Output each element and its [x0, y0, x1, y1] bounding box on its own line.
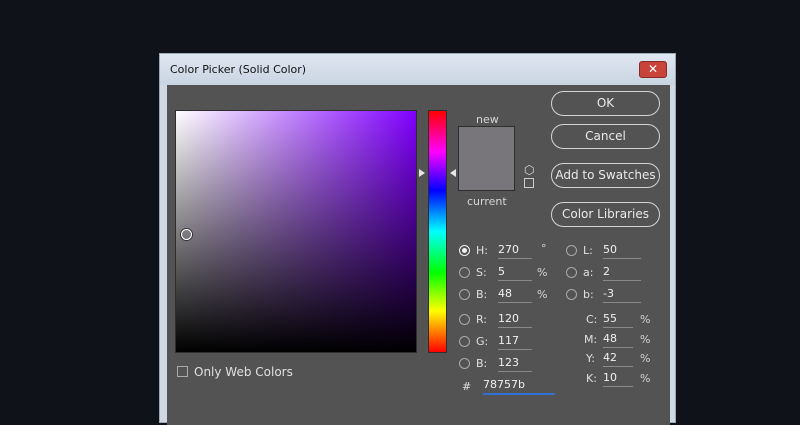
green-label: G: [476, 335, 489, 348]
lab-b-label: b: [583, 288, 594, 301]
degree-unit: ° [541, 242, 547, 255]
yellow-field[interactable]: 42 [603, 351, 633, 367]
brightness-label: B: [476, 288, 488, 301]
red-label: R: [476, 313, 488, 326]
red-field[interactable]: 120 [498, 312, 532, 328]
only-web-colors-label: Only Web Colors [194, 365, 293, 379]
radio-saturation[interactable] [459, 267, 470, 278]
brightness-field[interactable]: 48 [498, 287, 532, 303]
window-title: Color Picker (Solid Color) [170, 63, 307, 76]
web-safe-swatch-icon[interactable] [524, 178, 534, 188]
hex-field[interactable]: 78757b [483, 378, 555, 395]
percent-unit: % [537, 288, 548, 301]
hue-slider-right-arrow[interactable] [450, 169, 456, 177]
radio-lab-b[interactable] [566, 289, 577, 300]
lab-a-label: a: [583, 266, 594, 279]
radio-lab-a[interactable] [566, 267, 577, 278]
yellow-label: Y: [586, 352, 595, 365]
color-libraries-button[interactable]: Color Libraries [551, 202, 660, 227]
cyan-field[interactable]: 55 [603, 312, 633, 328]
radio-hue[interactable] [459, 245, 470, 256]
saturation-label: S: [476, 266, 487, 279]
ok-button[interactable]: OK [551, 91, 660, 116]
current-label: current [467, 195, 507, 208]
color-selector-marker[interactable] [181, 229, 192, 240]
radio-red[interactable] [459, 314, 470, 325]
cyan-label: C: [586, 313, 598, 326]
black-label: K: [586, 372, 597, 385]
new-color-swatch [458, 126, 515, 158]
title-bar[interactable]: Color Picker (Solid Color) ✕ [160, 54, 675, 85]
add-to-swatches-button[interactable]: Add to Swatches [551, 163, 660, 188]
saturation-field[interactable]: 5 [498, 265, 532, 281]
percent-unit: % [640, 372, 651, 385]
lab-a-field[interactable]: 2 [603, 265, 641, 281]
magenta-field[interactable]: 48 [603, 332, 633, 348]
cancel-button[interactable]: Cancel [551, 124, 660, 149]
hue-slider[interactable] [428, 110, 447, 353]
saturation-brightness-field[interactable] [175, 110, 417, 353]
radio-blue[interactable] [459, 358, 470, 369]
blue-field[interactable]: 123 [498, 356, 532, 372]
lab-b-field[interactable]: -3 [603, 287, 641, 303]
green-field[interactable]: 117 [498, 334, 532, 350]
blue-label: B: [476, 357, 488, 370]
hue-slider-left-arrow[interactable] [419, 169, 425, 177]
percent-unit: % [537, 266, 548, 279]
cube-icon[interactable]: ⬡ [524, 163, 534, 177]
hue-label: H: [476, 244, 488, 257]
magenta-label: M: [584, 333, 598, 346]
hex-label: # [462, 380, 472, 393]
close-button[interactable]: ✕ [639, 61, 667, 78]
percent-unit: % [640, 313, 651, 326]
only-web-colors-checkbox[interactable] [177, 366, 188, 377]
color-picker-dialog: Color Picker (Solid Color) ✕ new current… [159, 53, 676, 425]
lab-l-field[interactable]: 50 [603, 243, 641, 259]
current-color-swatch[interactable] [458, 158, 515, 191]
lab-l-label: L: [583, 244, 593, 257]
radio-brightness[interactable] [459, 289, 470, 300]
radio-lightness[interactable] [566, 245, 577, 256]
percent-unit: % [640, 352, 651, 365]
hue-field[interactable]: 270 [498, 243, 532, 259]
percent-unit: % [640, 333, 651, 346]
new-label: new [476, 113, 499, 126]
black-field[interactable]: 10 [603, 371, 633, 387]
radio-green[interactable] [459, 336, 470, 347]
dialog-content: new current ⬡ OK Cancel Add to Swatches … [167, 85, 670, 425]
